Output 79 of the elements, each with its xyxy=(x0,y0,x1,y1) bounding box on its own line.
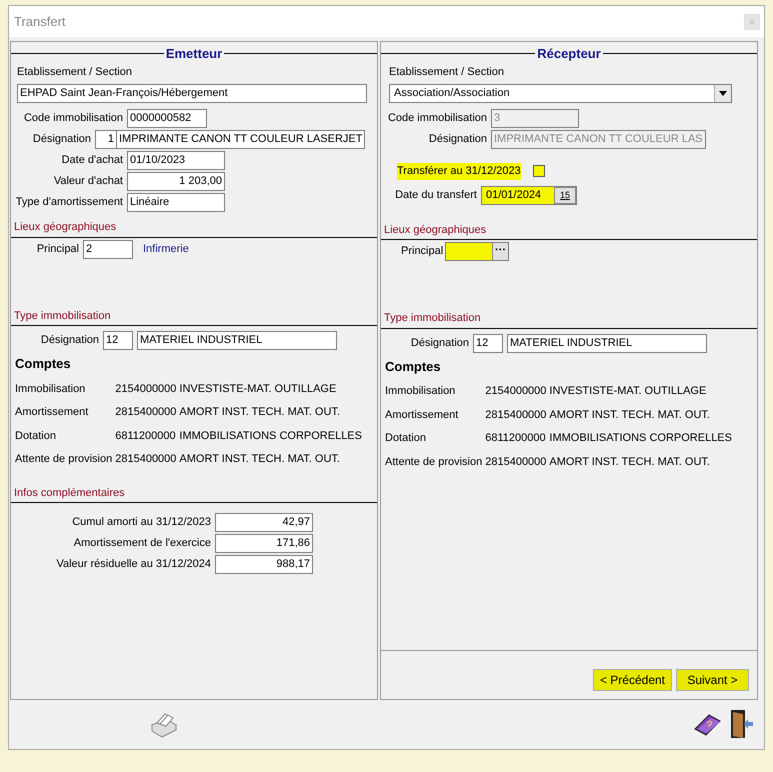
field-label: Valeur résiduelle au 31/12/2024 xyxy=(55,557,211,572)
section-heading: Type immobilisation xyxy=(381,307,757,328)
input-field[interactable]: 988,17 xyxy=(215,555,313,574)
account-label: Immobilisation xyxy=(385,384,456,399)
date-field[interactable]: 01/01/2024 15 xyxy=(481,186,577,204)
panel-title: Emetteur xyxy=(164,45,224,63)
dropdown-value: Association/Association xyxy=(393,86,510,101)
section-heading: Comptes xyxy=(15,355,72,373)
account-number: 2815400000 xyxy=(485,454,546,470)
field-label: Désignation xyxy=(40,333,99,348)
panel-title: Récepteur xyxy=(536,45,602,63)
field-label: Amortissement de l'exercice xyxy=(72,536,211,552)
field-label: Principal xyxy=(36,242,79,257)
input-field[interactable]: 1 203,00 xyxy=(127,172,225,191)
account-number: 2154000000 xyxy=(485,384,546,399)
field-label: Cumul amorti au 31/12/2023 xyxy=(71,515,211,530)
account-label: Attente de provision xyxy=(15,452,112,467)
account-name: IMMOBILISATIONS CORPORELLES xyxy=(549,431,733,446)
field-label: Date du transfert xyxy=(394,188,477,203)
account-name: IMMOBILISATIONS CORPORELLES xyxy=(179,428,363,444)
location-name: Infirmerie xyxy=(143,242,189,257)
account-label: Attente de provision xyxy=(385,454,482,470)
section-heading: Type immobilisation xyxy=(11,304,377,326)
account-number: 6811200000 xyxy=(115,428,176,444)
input-field[interactable]: Linéaire xyxy=(127,193,225,212)
input-field[interactable]: 12 xyxy=(103,331,133,350)
exit-door-icon[interactable] xyxy=(730,708,754,740)
account-number: 2815400000 xyxy=(485,408,546,422)
field-label: Etablissement / Section xyxy=(17,64,133,80)
input-field[interactable]: EHPAD Saint Jean-François/Hébergement xyxy=(17,84,367,103)
checkbox-label: Transférer au 31/12/2023 xyxy=(397,163,521,180)
section-heading: Infos complémentaires xyxy=(11,482,377,503)
field-label: Date d'achat xyxy=(60,153,123,168)
field-label: Etablissement / Section xyxy=(389,64,505,80)
account-number: 2154000000 xyxy=(115,382,176,396)
field-label: Type d'amortissement xyxy=(14,195,123,210)
field-label: Désignation xyxy=(428,132,487,148)
input-field[interactable]: 12 xyxy=(473,334,503,352)
nav-button[interactable]: < Précédent xyxy=(592,669,672,691)
account-name: AMORT INST. TECH. MAT. OUT. xyxy=(179,405,341,420)
section-heading: Comptes xyxy=(385,358,442,376)
section-heading: Lieux géographiques xyxy=(11,216,377,238)
input-field[interactable]: 42,97 xyxy=(215,513,313,532)
account-label: Amortissement xyxy=(385,408,460,422)
dropdown-field[interactable]: Association/Association xyxy=(389,84,732,103)
account-name: AMORT INST. TECH. MAT. OUT. xyxy=(549,408,711,422)
account-number: 2815400000 xyxy=(115,452,176,467)
field-label: Désignation xyxy=(32,132,91,148)
input-field[interactable]: 0000000582 xyxy=(127,109,207,128)
account-label: Dotation xyxy=(15,428,57,444)
account-name: INVESTISTE-MAT. OUTILLAGE xyxy=(179,382,338,396)
window-title: Transfert xyxy=(14,12,66,31)
account-name: AMORT INST. TECH. MAT. OUT. xyxy=(179,452,341,467)
field-label: Code immobilisation xyxy=(22,111,123,126)
date-value: 01/01/2024 xyxy=(482,186,554,204)
account-number: 6811200000 xyxy=(485,431,546,446)
account-label: Dotation xyxy=(385,431,427,446)
input-field[interactable]: MATERIEL INDUSTRIEL xyxy=(507,334,707,352)
location-field[interactable]: ··· xyxy=(445,242,509,261)
field-label: Valeur d'achat xyxy=(52,174,123,190)
input-field[interactable]: 01/10/2023 xyxy=(127,151,225,170)
field-label: Code immobilisation xyxy=(386,111,487,126)
account-label: Immobilisation xyxy=(15,382,86,396)
nav-button[interactable]: Suivant > xyxy=(676,669,749,691)
checkbox[interactable] xyxy=(532,165,545,178)
account-name: INVESTISTE-MAT. OUTILLAGE xyxy=(549,384,708,399)
account-label: Amortissement xyxy=(15,405,90,420)
account-name: AMORT INST. TECH. MAT. OUT. xyxy=(549,454,711,470)
input-field[interactable]: 1 xyxy=(95,130,117,149)
field-label: Désignation xyxy=(410,336,469,351)
input-field[interactable]: IMPRIMANTE CANON TT COULEUR LASERJET xyxy=(116,130,366,149)
browse-button[interactable]: ··· xyxy=(492,243,508,260)
input-field[interactable]: MATERIEL INDUSTRIEL xyxy=(137,331,337,350)
section-heading: Lieux géographiques xyxy=(381,218,757,240)
calendar-button[interactable]: 15 xyxy=(554,186,576,204)
account-number: 2815400000 xyxy=(115,405,176,420)
field-label: Principal xyxy=(401,244,441,260)
input-field[interactable]: 2 xyxy=(83,240,133,258)
input-field[interactable]: 171,86 xyxy=(215,534,313,553)
